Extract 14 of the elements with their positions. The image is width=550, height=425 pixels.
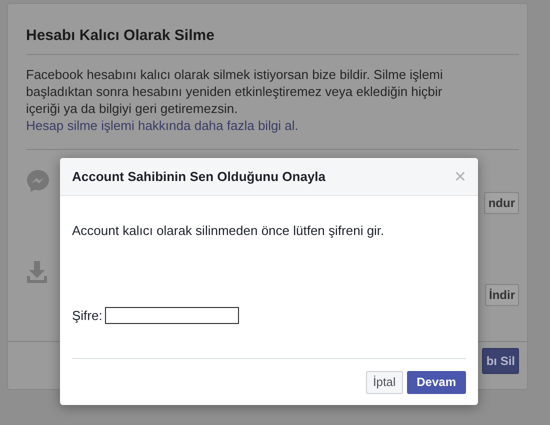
section-title: Hesabı Kalıcı Olarak Silme	[26, 26, 216, 46]
dialog-title: Account Sahibinin Sen Olduğunu Onayla	[72, 169, 326, 184]
learn-more-link[interactable]: Hesap silme işlemi hakkında daha fazla bilgi al.	[26, 117, 298, 134]
delete-account-button[interactable]: bı Sil	[482, 348, 519, 374]
description: Facebook hesabını kalıcı olarak silmek istiyorsan bize bildir. Silme işlemi başladıktan sonra hesabını yeniden etkinleştiremez veya eklediğin hiçbir içeriği ya da bilgiyi geri getiremezsin.	[26, 66, 444, 117]
password-label: Şifre:	[72, 308, 102, 323]
password-field[interactable]	[105, 307, 240, 324]
cancel-button[interactable]: İptal	[366, 370, 403, 394]
row-button[interactable]: İndir	[485, 284, 519, 306]
continue-button[interactable]: Devam	[406, 370, 466, 394]
chat-bubble-icon	[26, 169, 50, 193]
download-icon	[26, 260, 48, 284]
dialog-message: Account kalıcı olarak silinmeden önce lütfen şifreni gir.	[72, 223, 386, 238]
row-button[interactable]: ndur	[484, 192, 519, 214]
